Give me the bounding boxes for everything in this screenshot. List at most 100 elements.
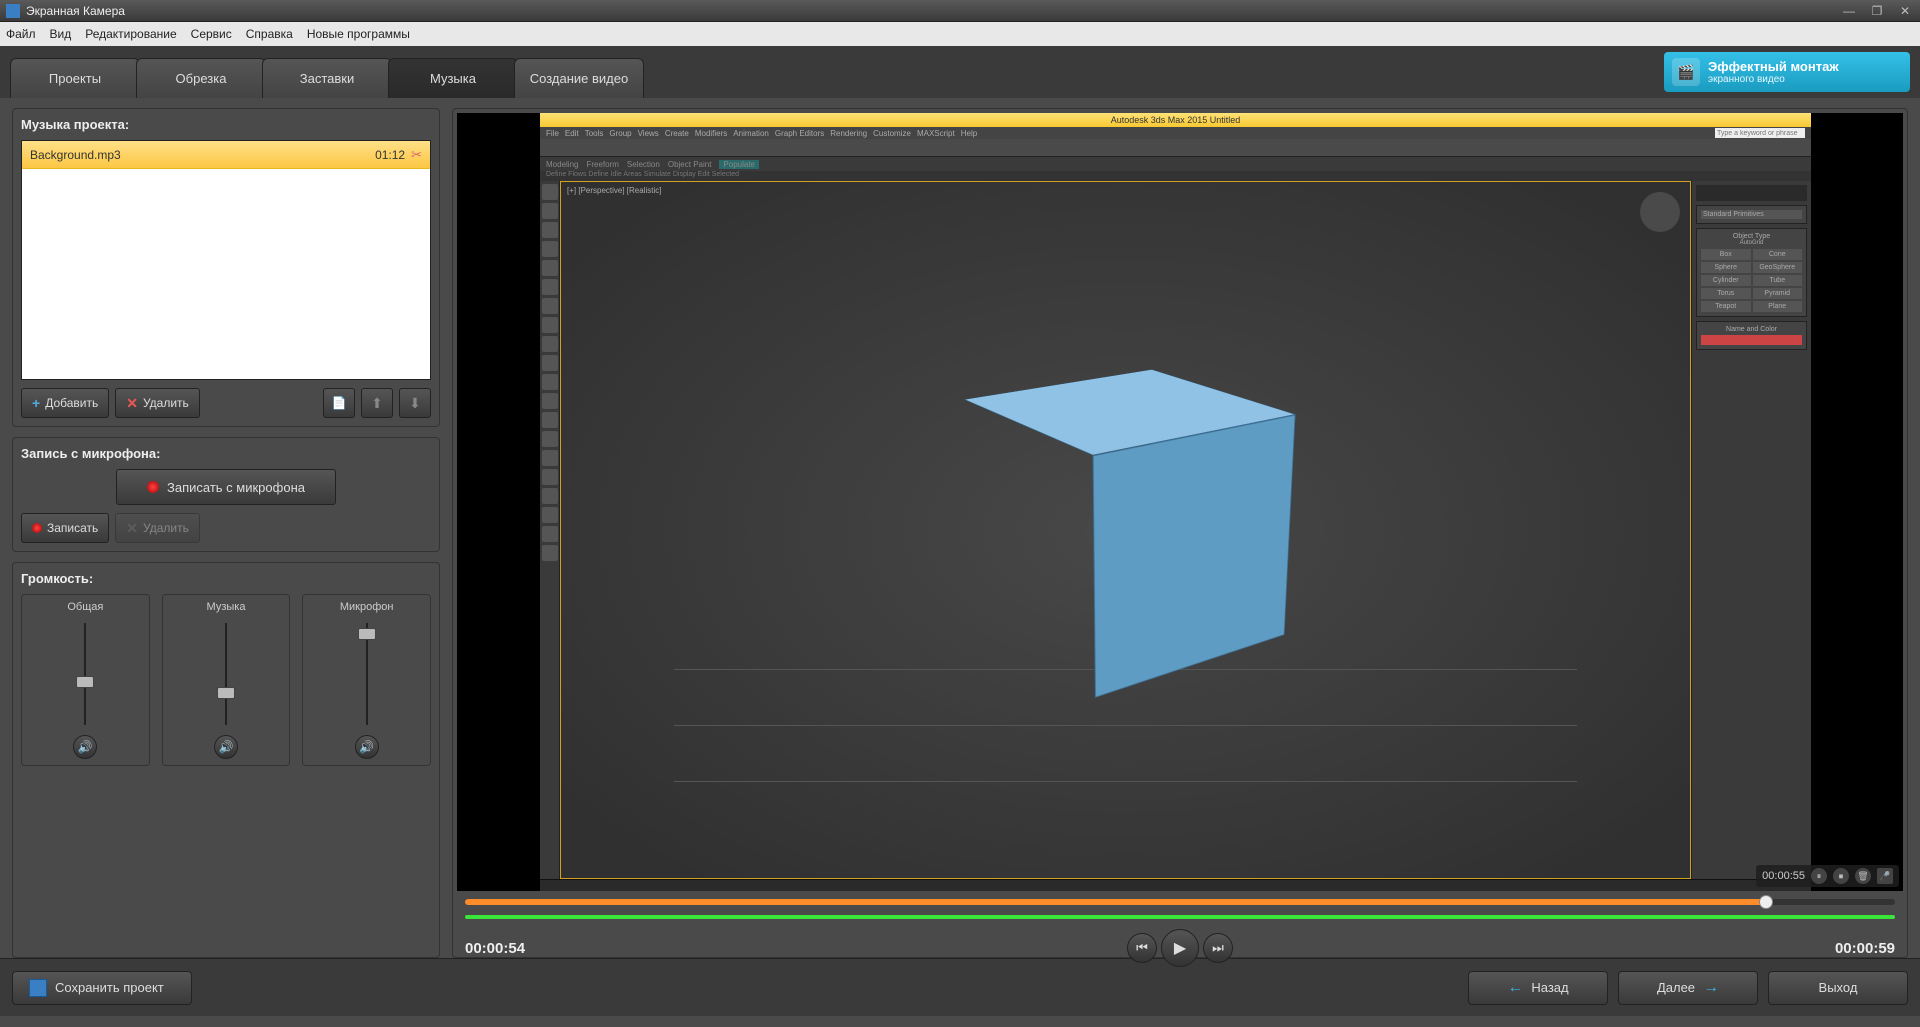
embedded-title: Autodesk 3ds Max 2015 Untitled: [540, 113, 1811, 127]
music-list[interactable]: Background.mp3 01:12 ✂: [21, 140, 431, 380]
close-button[interactable]: ✕: [1896, 4, 1914, 18]
scissors-icon[interactable]: ✂: [411, 147, 422, 163]
minimize-button[interactable]: —: [1840, 4, 1858, 18]
em-graph: Graph Editors: [775, 129, 824, 138]
menu-view[interactable]: Вид: [50, 27, 72, 41]
embedded-left-toolbar: [540, 181, 560, 879]
title-bar: Экранная Камера — ❐ ✕: [0, 0, 1920, 22]
tab-row: Проекты Обрезка Заставки Музыка Создание…: [0, 46, 1920, 98]
menu-bar: Файл Вид Редактирование Сервис Справка Н…: [0, 22, 1920, 46]
menu-edit[interactable]: Редактирование: [85, 27, 176, 41]
em-custom: Customize: [873, 129, 911, 138]
record-dot-icon: [32, 523, 42, 533]
obj-cone: Cone: [1753, 249, 1803, 260]
exit-button[interactable]: Выход: [1768, 971, 1908, 1005]
add-music-button[interactable]: + Добавить: [21, 388, 109, 418]
back-label: Назад: [1531, 980, 1568, 995]
sr-selection: Selection: [627, 160, 660, 169]
play-button[interactable]: ▶: [1161, 929, 1199, 967]
delete-recording-button: ✕ Удалить: [115, 513, 200, 543]
next-button[interactable]: Далее →: [1618, 971, 1758, 1005]
object-type-label: Object Type: [1701, 233, 1802, 240]
vol-music-mute[interactable]: 🔊: [214, 735, 238, 759]
record-mic-button[interactable]: Записать с микрофона: [116, 469, 336, 505]
em-edit: Edit: [565, 129, 579, 138]
embedded-viewport: [+] [Perspective] [Realistic]: [560, 181, 1691, 879]
menu-file[interactable]: Файл: [6, 27, 36, 41]
content-area: Музыка проекта: Background.mp3 01:12 ✂ +…: [0, 98, 1920, 958]
video-preview[interactable]: Autodesk 3ds Max 2015 Untitled File Edit…: [457, 113, 1903, 891]
move-up-button[interactable]: ⬆: [361, 388, 393, 418]
music-item-time: 01:12: [375, 148, 405, 162]
viewport-label: [+] [Perspective] [Realistic]: [567, 186, 661, 195]
volume-general: Общая 🔊: [21, 594, 150, 766]
menu-newapps[interactable]: Новые программы: [307, 27, 410, 41]
tab-trim[interactable]: Обрезка: [136, 58, 266, 98]
badge-time: 00:00:55: [1762, 870, 1805, 882]
trash-icon[interactable]: 🗑: [1855, 868, 1871, 884]
volume-mic: Микрофон 🔊: [302, 594, 431, 766]
record-dot-icon: [147, 481, 159, 493]
preview-time-badge: 00:00:55 ⏸ ⏹ 🗑 🎤: [1756, 865, 1899, 887]
current-time: 00:00:54: [465, 940, 525, 957]
record-big-label: Записать с микрофона: [167, 480, 305, 495]
obj-cylinder: Cylinder: [1701, 275, 1751, 286]
play-controls: ⏮ ▶ ⏭: [1127, 929, 1233, 967]
vol-general-slider[interactable]: [76, 619, 94, 729]
seek-thumb[interactable]: [1759, 895, 1773, 909]
viewcube-icon: [1640, 192, 1680, 232]
vol-general-mute[interactable]: 🔊: [73, 735, 97, 759]
obj-plane: Plane: [1753, 301, 1803, 312]
app-icon: [6, 4, 20, 18]
mic-icon[interactable]: 🎤: [1877, 868, 1893, 884]
vol-mic-slider[interactable]: [358, 619, 376, 729]
volume-section-title: Громкость:: [21, 571, 431, 586]
embedded-search: [1715, 128, 1805, 138]
volume-music: Музыка 🔊: [162, 594, 291, 766]
sr-populate: Populate: [719, 160, 759, 169]
arrow-up-icon: ⬆: [371, 395, 383, 412]
mic-section-title: Запись с микрофона:: [21, 446, 431, 461]
em-file: File: [546, 129, 559, 138]
next-button[interactable]: ⏭: [1203, 933, 1233, 963]
total-time: 00:00:59: [1835, 940, 1895, 957]
save-project-label: Сохранить проект: [55, 980, 164, 995]
record-button[interactable]: Записать: [21, 513, 109, 543]
timeline-area: 00:00:54 ⏮ ▶ ⏭ 00:00:59: [457, 891, 1903, 953]
obj-sphere: Sphere: [1701, 262, 1751, 273]
menu-help[interactable]: Справка: [246, 27, 293, 41]
audio-track[interactable]: [465, 915, 1895, 919]
mic-section: Запись с микрофона: Записать с микрофона…: [12, 437, 440, 552]
speaker-icon: 🔊: [359, 740, 374, 754]
embedded-toolbar: [540, 139, 1811, 157]
obj-torus: Torus: [1701, 288, 1751, 299]
music-item-name: Background.mp3: [30, 148, 375, 162]
vol-mic-mute[interactable]: 🔊: [355, 735, 379, 759]
music-action-button[interactable]: 📄: [323, 388, 355, 418]
back-button[interactable]: ← Назад: [1468, 971, 1608, 1005]
tab-music[interactable]: Музыка: [388, 58, 518, 98]
promo-subtitle: экранного видео: [1708, 74, 1839, 85]
stop-icon[interactable]: ⏹: [1833, 868, 1849, 884]
save-project-button[interactable]: Сохранить проект: [12, 971, 192, 1005]
vol-music-label: Музыка: [207, 601, 246, 613]
tab-projects[interactable]: Проекты: [10, 58, 140, 98]
tab-create-video[interactable]: Создание видео: [514, 58, 644, 98]
sr-freeform: Freeform: [586, 160, 618, 169]
video-seek-track[interactable]: [465, 899, 1895, 905]
vol-music-slider[interactable]: [217, 619, 235, 729]
music-item[interactable]: Background.mp3 01:12 ✂: [22, 141, 430, 169]
menu-service[interactable]: Сервис: [191, 27, 232, 41]
delete-music-button[interactable]: ✕ Удалить: [115, 388, 200, 418]
disk-icon: [29, 979, 47, 997]
pause-icon[interactable]: ⏸: [1811, 868, 1827, 884]
music-section: Музыка проекта: Background.mp3 01:12 ✂ +…: [12, 108, 440, 427]
film-icon: 🎬: [1672, 58, 1700, 86]
sr-objpaint: Object Paint: [668, 160, 712, 169]
maximize-button[interactable]: ❐: [1868, 4, 1886, 18]
tab-titles[interactable]: Заставки: [262, 58, 392, 98]
move-down-button[interactable]: ⬇: [399, 388, 431, 418]
embedded-timeline: [540, 879, 1811, 891]
promo-banner[interactable]: 🎬 Эффектный монтаж экранного видео: [1664, 52, 1910, 92]
prev-button[interactable]: ⏮: [1127, 933, 1157, 963]
